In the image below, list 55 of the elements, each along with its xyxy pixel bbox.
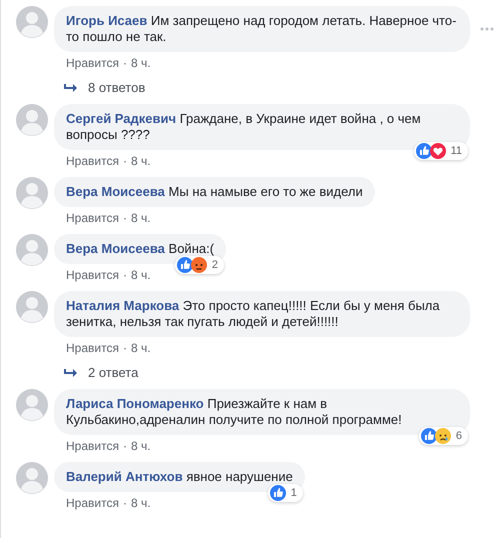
separator: · <box>122 341 127 355</box>
more-icon[interactable] <box>480 27 494 31</box>
time-link[interactable]: 8 ч. <box>130 496 151 510</box>
reaction-count: 6 <box>456 429 462 444</box>
author-name[interactable]: Вера Моисеева <box>66 241 165 256</box>
avatar[interactable] <box>16 104 48 136</box>
author-name[interactable]: Наталия Маркова <box>66 298 180 313</box>
like-link[interactable]: Нравится <box>66 341 119 355</box>
avatar[interactable] <box>16 234 48 266</box>
like-link[interactable]: Нравится <box>66 56 119 70</box>
comment-text: Вера Моисеева Мы на намыве его то же видели <box>66 184 363 200</box>
author-name[interactable]: Сергей Радкевич <box>66 111 176 126</box>
like-link[interactable]: Нравится <box>66 211 119 225</box>
avatar[interactable] <box>16 177 48 209</box>
separator: · <box>122 439 127 453</box>
like-link[interactable]: Нравится <box>66 268 119 282</box>
avatar[interactable] <box>16 389 48 421</box>
separator: · <box>122 154 127 168</box>
avatar[interactable] <box>16 291 48 323</box>
comment-text: Лариса Пономаренко Приезжайте к нам в Кульбакино,адреналин получите по полной программе! <box>66 396 403 428</box>
avatar[interactable] <box>16 6 48 38</box>
author-name[interactable]: Вера Моисеева <box>66 184 165 199</box>
reaction-badge[interactable]: 2 <box>174 256 224 274</box>
time-link[interactable]: 8 ч. <box>130 56 151 70</box>
reaction-count: 1 <box>290 486 297 501</box>
time-link[interactable]: 8 ч. <box>130 268 151 282</box>
reply-arrow-icon <box>64 368 78 378</box>
like-link[interactable]: Нравится <box>66 496 119 510</box>
comment-text: Вера Моисеева Война:( <box>66 241 214 257</box>
time-link[interactable]: 8 ч. <box>130 439 151 453</box>
separator: · <box>122 56 127 70</box>
reaction-badge[interactable]: 6 <box>418 427 468 445</box>
author-name[interactable]: Игорь Исаев <box>66 13 148 28</box>
comment-text: Игорь Исаев Им запрещено над городом летать. Наверное что-то пошло не так. <box>66 13 458 45</box>
like-link[interactable]: Нравится <box>66 154 119 168</box>
time-link[interactable]: 8 ч. <box>130 341 151 355</box>
reaction-count: 2 <box>212 258 218 273</box>
separator: · <box>122 496 127 510</box>
author-name[interactable]: Валерий Антюхов <box>66 469 183 484</box>
replies-link[interactable]: 8 ответов <box>88 80 146 95</box>
comment-text: Сергей Радкевич Граждане, в Украине идет война , о чем вопросы ???? <box>66 111 422 143</box>
avatar[interactable] <box>16 462 48 494</box>
reaction-count: 11 <box>450 144 462 159</box>
reaction-badge[interactable]: 11 <box>414 142 468 160</box>
separator: · <box>122 211 127 225</box>
reaction-badge[interactable]: 1 <box>268 484 303 502</box>
replies-link[interactable]: 2 ответа <box>88 365 138 380</box>
comment-text: Валерий Антюхов явное нарушение <box>66 469 293 485</box>
comment-text: Наталия Маркова Это просто капец!!!!! Если бы у меня была зенитка, нельзя так пугать людей и детей!!!!!! <box>66 298 441 330</box>
time-link[interactable]: 8 ч. <box>130 154 151 168</box>
separator: · <box>122 268 127 282</box>
author-name[interactable]: Лариса Пономаренко <box>66 396 204 411</box>
like-link[interactable]: Нравится <box>66 439 119 453</box>
time-link[interactable]: 8 ч. <box>130 211 151 225</box>
reply-arrow-icon <box>64 82 78 92</box>
